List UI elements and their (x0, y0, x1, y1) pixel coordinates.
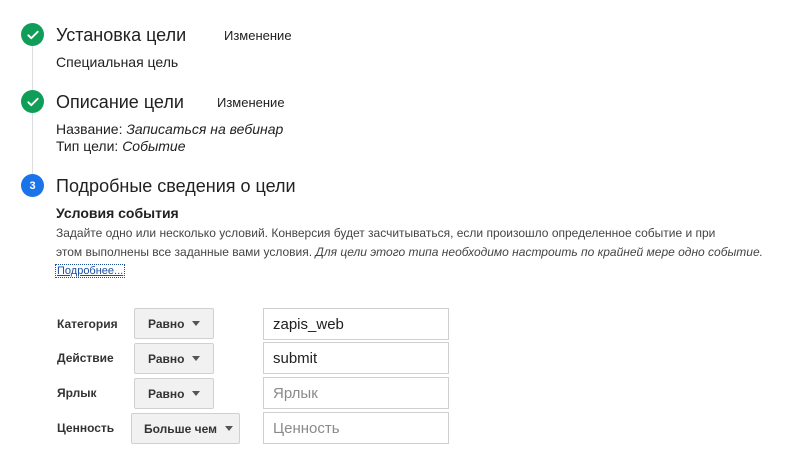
action-input[interactable] (263, 342, 449, 374)
step-3-title: Подробные сведения о цели (56, 176, 296, 196)
operator-value: Равно (148, 351, 185, 366)
step-1-title: Установка цели (56, 25, 187, 45)
condition-label-category: Категория (57, 317, 118, 331)
goal-type-label: Тип цели: (56, 138, 119, 154)
condition-label-action: Действие (57, 351, 114, 365)
caret-down-icon (192, 356, 201, 361)
operator-value: Равно (148, 386, 185, 401)
step-connector (32, 112, 33, 174)
learn-more-link[interactable]: Подробнее... (54, 264, 126, 278)
description-line-2: этом выполнены все заданные вами условия… (56, 245, 313, 259)
caret-down-icon (192, 321, 201, 326)
operator-value: Больше чем (144, 421, 218, 436)
step-1-detail: Специальная цель (56, 54, 179, 70)
event-conditions-heading: Условия события (56, 205, 179, 221)
condition-label-label: Ярлык (57, 386, 97, 400)
check-icon (21, 23, 44, 46)
goal-setup-panel: Установка цели Изменение Специальная цел… (0, 0, 793, 461)
goal-name-value: Записаться на вебинар (126, 121, 284, 137)
step-connector (32, 46, 33, 90)
step-2-title: Описание цели (56, 92, 184, 112)
operator-dropdown-value[interactable]: Больше чем (131, 413, 240, 444)
description-italic: Для цели этого типа необходимо настроить… (315, 245, 763, 259)
goal-type-line: Тип цели: Событие (56, 138, 186, 155)
label-input[interactable] (263, 377, 449, 409)
value-input[interactable] (263, 412, 449, 444)
operator-dropdown-action[interactable]: Равно (134, 343, 214, 374)
category-input[interactable] (263, 308, 449, 340)
caret-down-icon (192, 391, 201, 396)
operator-dropdown-label[interactable]: Равно (134, 378, 214, 409)
event-conditions-description: Задайте одно или несколько условий. Конв… (56, 224, 786, 262)
description-line-1: Задайте одно или несколько условий. Конв… (56, 226, 716, 240)
step-2-edit-link[interactable]: Изменение (217, 92, 285, 114)
check-icon (21, 90, 44, 113)
step-1-edit-link[interactable]: Изменение (224, 25, 292, 47)
goal-type-value: Событие (122, 138, 186, 154)
step-3-number: 3 (21, 174, 44, 197)
goal-name-line: Название: Записаться на вебинар (56, 121, 283, 138)
operator-dropdown-category[interactable]: Равно (134, 308, 214, 339)
caret-down-icon (225, 426, 234, 431)
condition-label-value: Ценность (57, 421, 115, 435)
goal-name-label: Название: (56, 121, 123, 137)
operator-value: Равно (148, 316, 185, 331)
